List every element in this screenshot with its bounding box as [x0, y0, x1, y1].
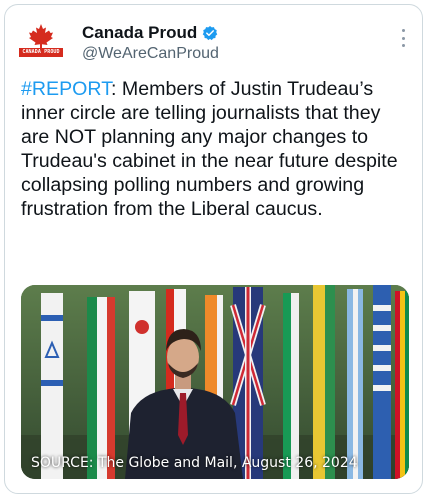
avatar-banner-text: CANADA PROUD	[19, 48, 63, 57]
name-row: Canada Proud	[82, 22, 218, 44]
more-dot	[401, 29, 405, 32]
more-dot	[401, 36, 405, 40]
more-dot	[401, 44, 405, 47]
tweet-text: #REPORT: Members of Justin Trudeau’s inn…	[21, 77, 411, 221]
tweet-media[interactable]: SOURCE: The Globe and Mail, August 26, 2…	[21, 285, 409, 479]
display-name[interactable]: Canada Proud	[82, 23, 197, 43]
avatar[interactable]: CANADA PROUD	[19, 23, 63, 63]
tweet-card[interactable]: CANADA PROUD Canada Proud @WeAreCanProud…	[4, 4, 423, 494]
media-photo	[21, 285, 409, 479]
media-caption: SOURCE: The Globe and Mail, August 26, 2…	[31, 455, 358, 471]
verified-badge-icon	[202, 26, 218, 41]
more-options-icon[interactable]	[400, 29, 406, 47]
maple-leaf-icon	[29, 24, 53, 49]
tweet-header: CANADA PROUD Canada Proud @WeAreCanProud	[5, 5, 422, 75]
account-handle[interactable]: @WeAreCanProud	[82, 45, 219, 63]
hashtag-link[interactable]: #REPORT	[21, 78, 111, 100]
